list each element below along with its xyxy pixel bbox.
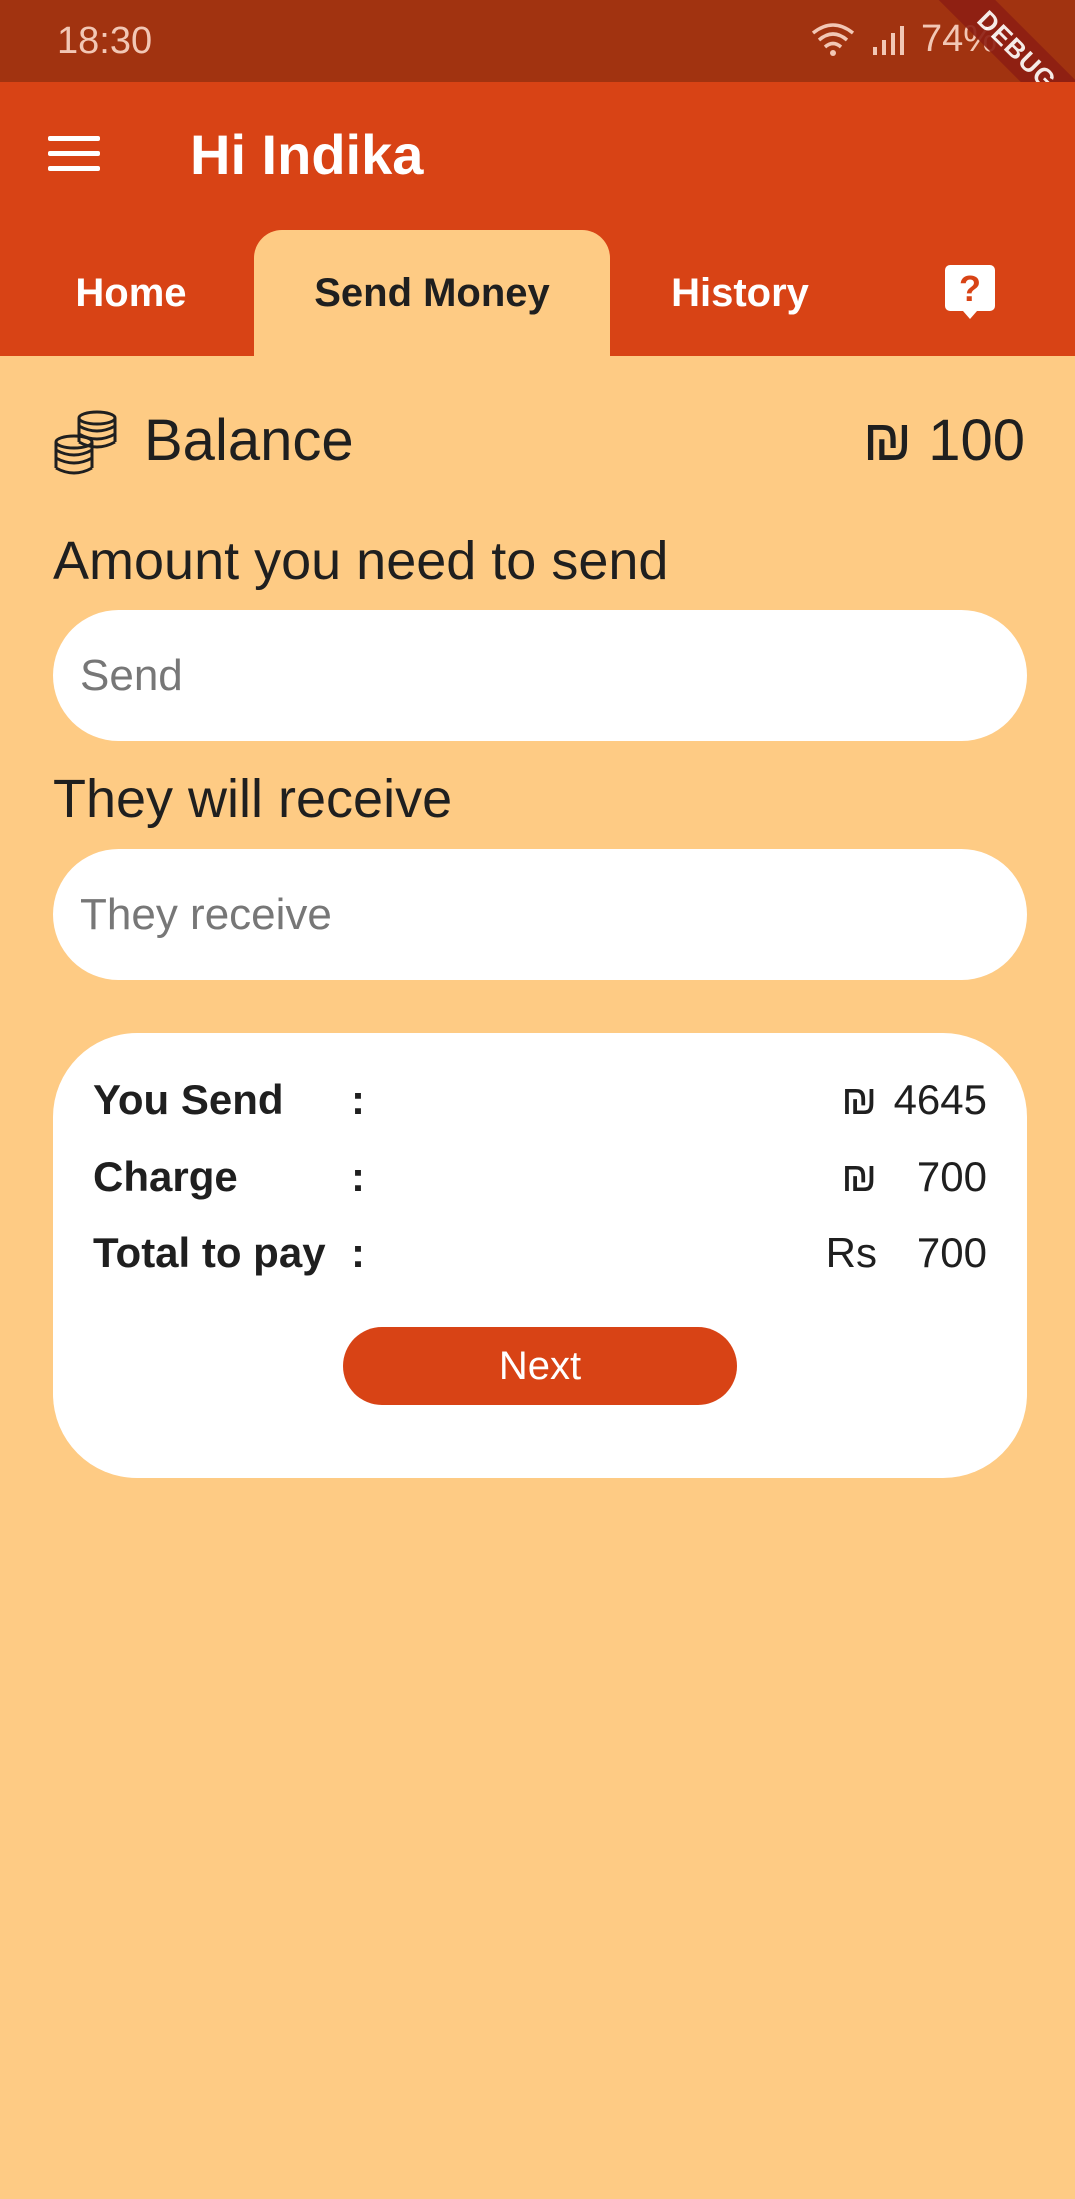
signal-icon: [872, 25, 904, 55]
svg-text:?: ?: [959, 268, 981, 309]
tab-history[interactable]: History: [624, 230, 856, 356]
balance-row: Balance ₪ 100: [52, 405, 1025, 485]
summary-value: 700: [916, 1153, 987, 1200]
summary-row-total: Total to pay : Rs 700: [93, 1223, 987, 1283]
receive-amount-input[interactable]: [53, 849, 1027, 980]
summary-colon: :: [351, 1076, 365, 1123]
tab-home[interactable]: Home: [38, 230, 224, 356]
summary-value: 700: [916, 1229, 987, 1276]
app-bar: Hi Indika Home Send Money History ?: [0, 82, 1075, 356]
status-time: 18:30: [57, 20, 153, 62]
balance-label: Balance: [144, 408, 354, 473]
balance-currency: ₪: [862, 408, 913, 473]
summary-card: You Send : ₪ 4645 Charge : ₪ 700 Total t…: [53, 1033, 1027, 1478]
status-bar: 18:30 74%: [0, 0, 1075, 82]
balance-value: ₪ 100: [863, 407, 1025, 474]
wifi-icon: [811, 22, 855, 56]
app-title: Hi Indika: [190, 123, 424, 186]
summary-currency: Rs: [825, 1229, 877, 1276]
summary-label: Total to pay: [93, 1229, 326, 1276]
balance-amount: 100: [928, 408, 1025, 473]
send-amount-label: Amount you need to send: [53, 531, 669, 591]
tab-help[interactable]: ?: [930, 230, 1010, 356]
summary-currency: ₪: [841, 1076, 877, 1123]
next-button[interactable]: Next: [343, 1327, 737, 1405]
help-icon: ?: [945, 265, 995, 319]
send-amount-input[interactable]: [53, 610, 1027, 741]
summary-colon: :: [351, 1229, 365, 1276]
summary-row-you-send: You Send : ₪ 4645: [93, 1070, 987, 1130]
summary-colon: :: [351, 1153, 365, 1200]
summary-label: You Send: [93, 1076, 284, 1123]
summary-currency: ₪: [841, 1153, 877, 1200]
coins-icon: [54, 410, 117, 475]
menu-icon[interactable]: [48, 136, 100, 176]
receive-amount-label: They will receive: [53, 769, 453, 829]
tab-send-money[interactable]: Send Money: [254, 230, 610, 356]
summary-value: 4645: [893, 1076, 987, 1123]
summary-label: Charge: [93, 1153, 238, 1200]
summary-row-charge: Charge : ₪ 700: [93, 1147, 987, 1207]
